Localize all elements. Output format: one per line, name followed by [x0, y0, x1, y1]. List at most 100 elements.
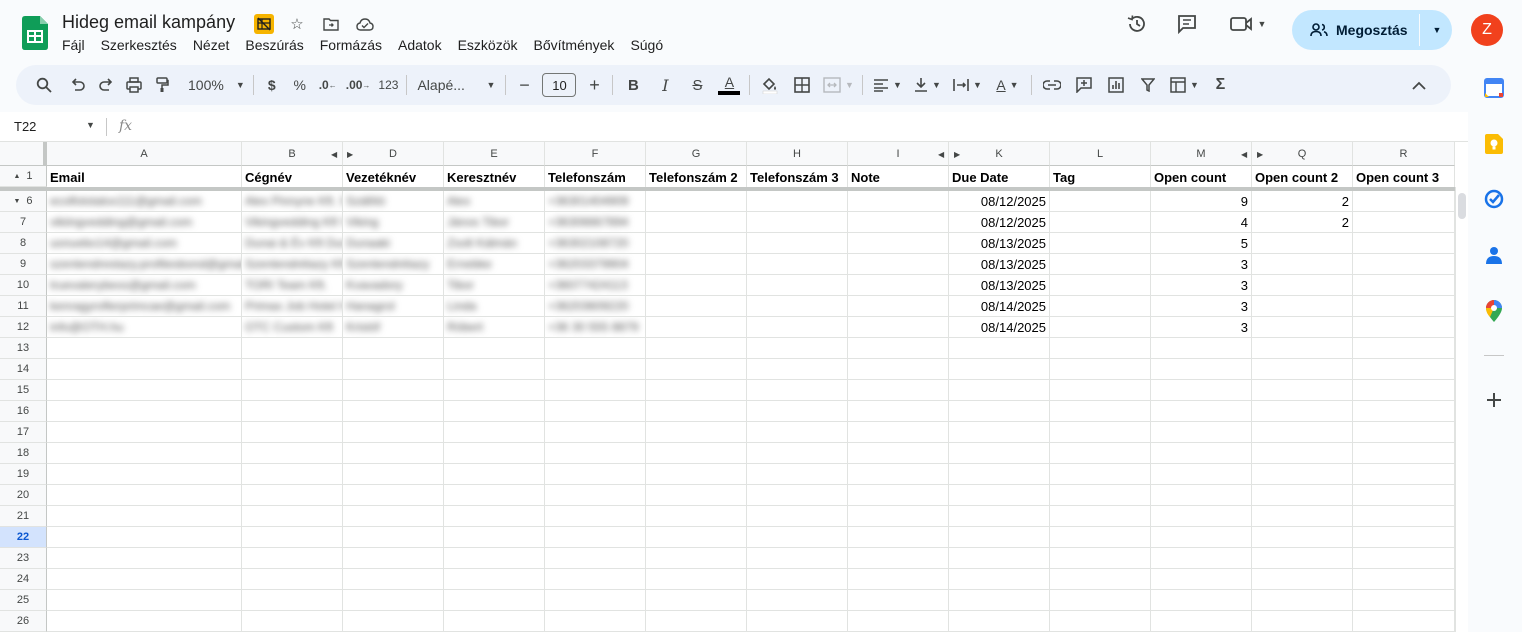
cell[interactable] [747, 548, 848, 569]
cell[interactable] [848, 590, 949, 611]
cell[interactable] [848, 338, 949, 359]
cell[interactable]: +36203609220 [545, 296, 646, 317]
cell[interactable] [1252, 338, 1353, 359]
cell[interactable] [848, 296, 949, 317]
cell[interactable] [1151, 380, 1252, 401]
cell[interactable] [444, 527, 545, 548]
cell[interactable] [444, 590, 545, 611]
cell[interactable] [242, 548, 343, 569]
header-cell-g[interactable]: Telefonszám 2 [646, 166, 747, 189]
cell[interactable] [747, 359, 848, 380]
row-header-22[interactable]: 22 [0, 527, 47, 548]
cell[interactable]: 08/12/2025 [949, 212, 1050, 233]
cell[interactable] [1151, 422, 1252, 443]
header-cell-a[interactable]: Email [47, 166, 242, 189]
header-cell-f[interactable]: Telefonszám [545, 166, 646, 189]
print-icon[interactable] [120, 71, 148, 99]
cell[interactable] [444, 443, 545, 464]
menu-data[interactable]: Adatok [398, 37, 442, 53]
menu-edit[interactable]: Szerkesztés [101, 37, 177, 53]
cell[interactable] [1050, 254, 1151, 275]
cell[interactable] [747, 212, 848, 233]
menu-insert[interactable]: Beszúrás [245, 37, 303, 53]
cell[interactable]: 2 [1252, 212, 1353, 233]
cell[interactable]: 4 [1151, 212, 1252, 233]
cell[interactable] [242, 380, 343, 401]
cell[interactable]: 08/14/2025 [949, 317, 1050, 338]
filter-icon[interactable] [1132, 71, 1164, 99]
cell[interactable] [545, 611, 646, 632]
cell[interactable] [343, 401, 444, 422]
cell[interactable] [1151, 359, 1252, 380]
font-size-input[interactable]: 10 [542, 73, 577, 97]
version-history-icon[interactable] [1124, 11, 1150, 37]
cell[interactable] [747, 569, 848, 590]
cell[interactable] [1353, 590, 1455, 611]
cell[interactable] [47, 443, 242, 464]
cell[interactable]: Dunai & Év Kft Dunaaki [242, 233, 343, 254]
cell[interactable] [1353, 317, 1455, 338]
cell[interactable] [1151, 401, 1252, 422]
column-header-m[interactable]: M [1151, 142, 1252, 166]
cell[interactable] [343, 464, 444, 485]
cell[interactable]: Tibor [444, 275, 545, 296]
move-folder-icon[interactable] [320, 13, 342, 35]
search-menus-icon[interactable] [30, 71, 58, 99]
paint-format-icon[interactable] [148, 71, 176, 99]
row-header-23[interactable]: 23 [0, 548, 47, 569]
currency-button[interactable]: $ [258, 71, 286, 99]
cell[interactable] [848, 569, 949, 590]
row-header-13[interactable]: 13 [0, 338, 47, 359]
menu-extensions[interactable]: Bővítmények [534, 37, 615, 53]
horizontal-align-icon[interactable]: ▼ [867, 71, 907, 99]
meet-icon[interactable]: ▼ [1228, 11, 1268, 37]
row-header-11[interactable]: 11 [0, 296, 47, 317]
maps-icon[interactable] [1482, 299, 1506, 323]
cell[interactable] [1353, 380, 1455, 401]
cell[interactable]: 3 [1151, 275, 1252, 296]
meet-dropdown-icon[interactable]: ▼ [1258, 19, 1267, 29]
cell[interactable] [1252, 275, 1353, 296]
cell[interactable] [1353, 548, 1455, 569]
column-header-h[interactable]: H [747, 142, 848, 166]
cell[interactable] [343, 338, 444, 359]
cell[interactable] [343, 611, 444, 632]
cell[interactable] [949, 401, 1050, 422]
cell[interactable] [444, 548, 545, 569]
cell[interactable] [444, 464, 545, 485]
cell[interactable] [545, 422, 646, 443]
cell[interactable] [242, 464, 343, 485]
cell[interactable] [949, 611, 1050, 632]
text-color-button[interactable]: A [713, 71, 745, 99]
cell[interactable] [1353, 401, 1455, 422]
decrease-decimal-button[interactable]: .0 ← [314, 71, 342, 99]
cell[interactable] [646, 317, 747, 338]
cell[interactable] [747, 464, 848, 485]
insert-comment-icon[interactable] [1068, 71, 1100, 99]
row-header-12[interactable]: 12 [0, 317, 47, 338]
row-header-14[interactable]: 14 [0, 359, 47, 380]
cell[interactable] [1353, 422, 1455, 443]
cell[interactable] [1252, 527, 1353, 548]
cell[interactable] [1050, 443, 1151, 464]
cell[interactable] [1050, 611, 1151, 632]
cell[interactable]: +36203379904 [545, 254, 646, 275]
italic-button[interactable]: I [649, 71, 681, 99]
cell[interactable]: János Tibor [444, 212, 545, 233]
hidden-columns-arrow-icon[interactable]: ◀ [331, 150, 337, 159]
percent-button[interactable]: % [286, 71, 314, 99]
cell[interactable] [646, 380, 747, 401]
bold-button[interactable]: B [617, 71, 649, 99]
cell[interactable] [1252, 380, 1353, 401]
cell[interactable] [1050, 506, 1151, 527]
cell[interactable] [1353, 254, 1455, 275]
cell[interactable]: kenragyrofterprimcae@gmail.com [47, 296, 242, 317]
cell[interactable] [444, 401, 545, 422]
contacts-icon[interactable] [1482, 243, 1506, 267]
zoom-select[interactable]: 100% ▼ [184, 71, 249, 99]
cell[interactable] [1353, 569, 1455, 590]
cell[interactable]: Szentendrétazy Kft [242, 254, 343, 275]
cell[interactable] [646, 191, 747, 212]
cell[interactable] [1050, 338, 1151, 359]
cell[interactable]: Szentendrétazy [343, 254, 444, 275]
